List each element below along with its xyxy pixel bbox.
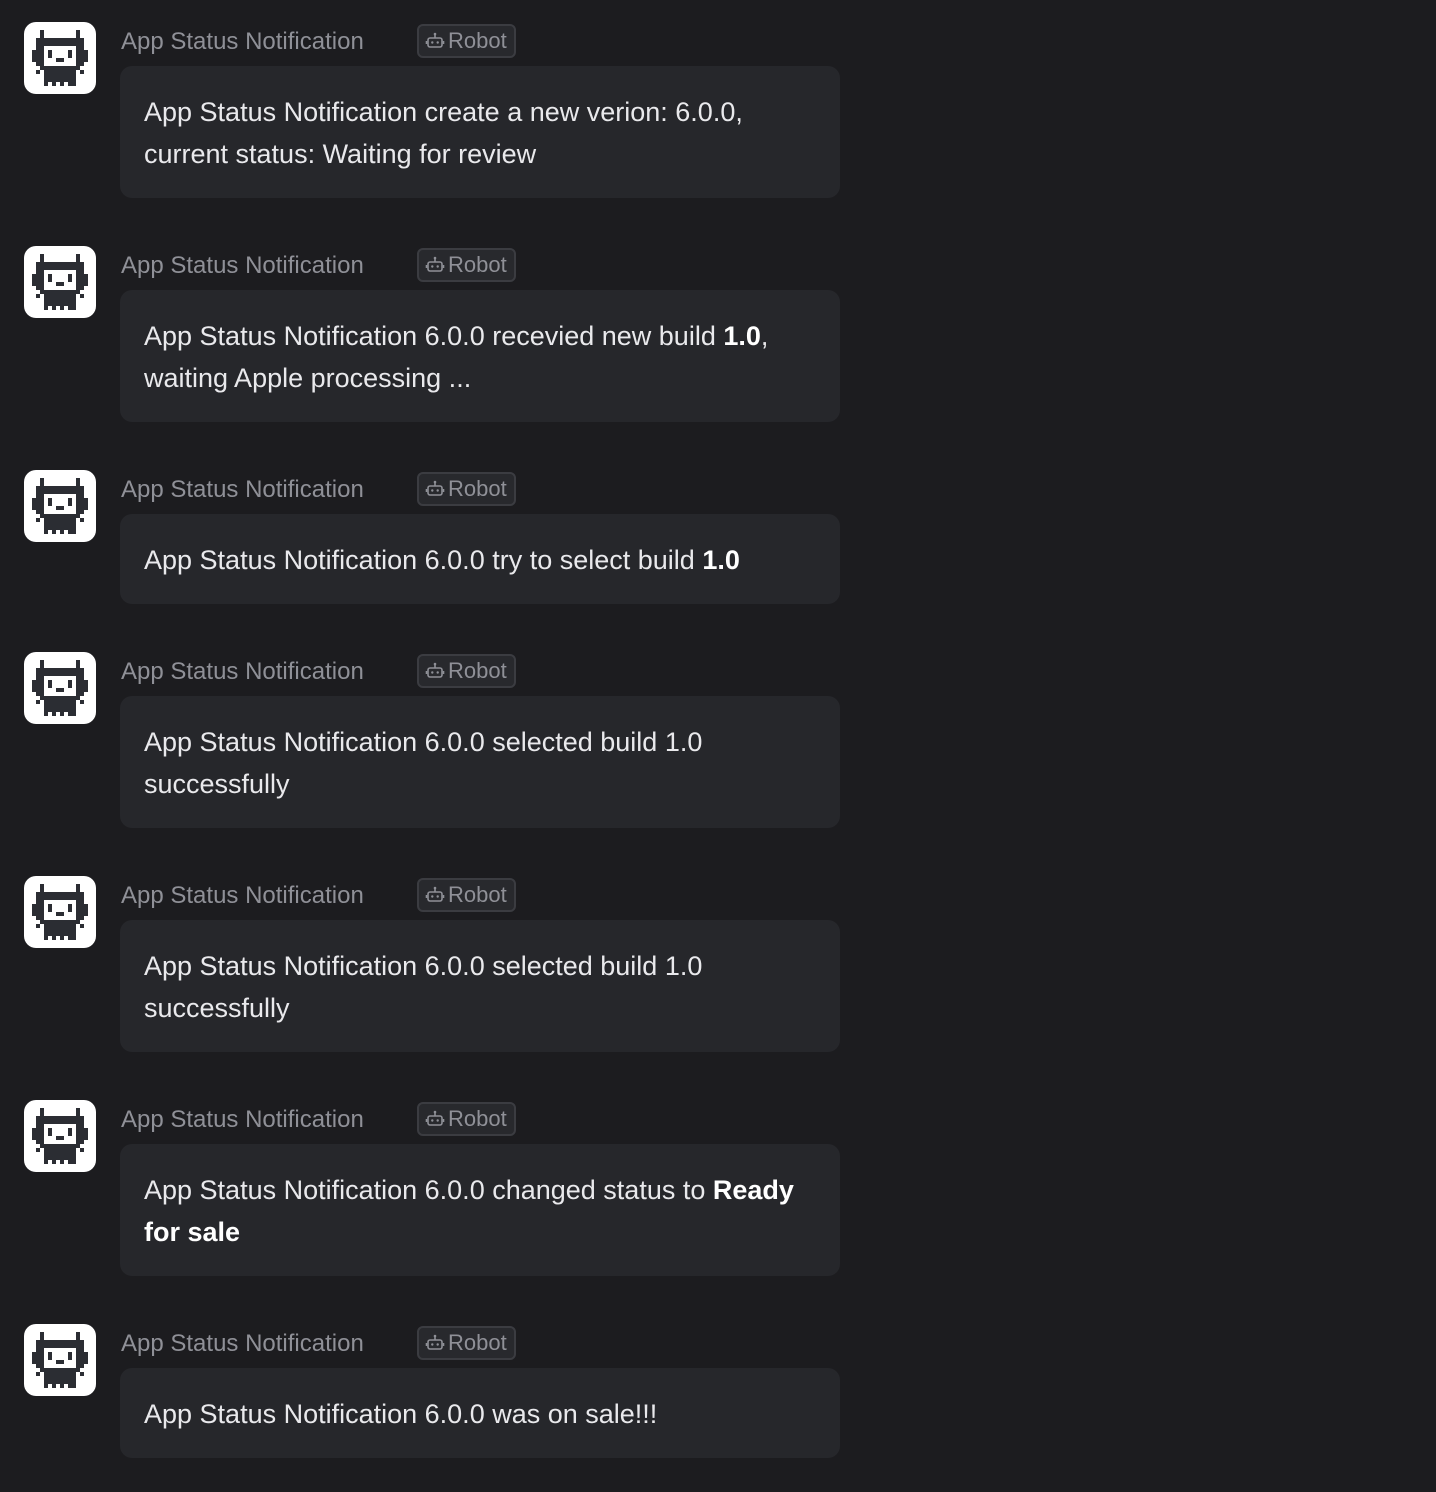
robot-badge: Robot <box>417 24 516 58</box>
robot-badge: Robot <box>417 1326 516 1360</box>
pixel-cat-avatar-icon[interactable] <box>24 246 96 318</box>
pixel-cat-avatar-icon[interactable] <box>24 1324 96 1396</box>
robot-badge: Robot <box>417 878 516 912</box>
badge-label: Robot <box>448 252 507 277</box>
pixel-cat-avatar-icon[interactable] <box>24 470 96 542</box>
pixel-cat-avatar-icon[interactable] <box>24 876 96 948</box>
message-bubble[interactable]: App Status Notification 6.0.0 try to sel… <box>120 514 840 604</box>
message-text-emphasis: 1.0 <box>702 545 740 575</box>
sender-name[interactable]: App Status Notification <box>121 1328 364 1360</box>
message-text: App Status Notification 6.0.0 try to sel… <box>144 545 703 575</box>
robot-icon <box>425 662 445 678</box>
robot-badge: Robot <box>417 248 516 282</box>
pixel-cat-avatar-icon[interactable] <box>24 1100 96 1172</box>
message-text: App Status Notification 6.0.0 selected b… <box>144 727 703 799</box>
message-bubble[interactable]: App Status Notification 6.0.0 recevied n… <box>120 290 840 422</box>
robot-icon <box>425 1110 445 1126</box>
message-text: App Status Notification 6.0.0 was on sal… <box>144 1399 658 1429</box>
message-bubble[interactable]: App Status Notification 6.0.0 changed st… <box>120 1144 840 1276</box>
message-text: App Status Notification create a new ver… <box>144 97 743 169</box>
robot-icon <box>425 256 445 272</box>
badge-label: Robot <box>448 658 507 683</box>
badge-label: Robot <box>448 1106 507 1131</box>
robot-icon <box>425 1334 445 1350</box>
sender-name[interactable]: App Status Notification <box>121 26 364 58</box>
badge-label: Robot <box>448 882 507 907</box>
message-text-emphasis: 1.0 <box>723 321 761 351</box>
badge-label: Robot <box>448 28 507 53</box>
robot-badge: Robot <box>417 1102 516 1136</box>
robot-icon <box>425 886 445 902</box>
sender-name[interactable]: App Status Notification <box>121 880 364 912</box>
sender-name[interactable]: App Status Notification <box>121 656 364 688</box>
robot-icon <box>425 32 445 48</box>
message-text: App Status Notification 6.0.0 recevied n… <box>144 321 724 351</box>
message-bubble[interactable]: App Status Notification create a new ver… <box>120 66 840 198</box>
badge-label: Robot <box>448 1330 507 1355</box>
robot-badge: Robot <box>417 654 516 688</box>
message-bubble[interactable]: App Status Notification 6.0.0 selected b… <box>120 696 840 828</box>
sender-name[interactable]: App Status Notification <box>121 474 364 506</box>
message-text: App Status Notification 6.0.0 changed st… <box>144 1175 713 1205</box>
message-text: App Status Notification 6.0.0 selected b… <box>144 951 703 1023</box>
robot-badge: Robot <box>417 472 516 506</box>
badge-label: Robot <box>448 476 507 501</box>
pixel-cat-avatar-icon[interactable] <box>24 22 96 94</box>
message-bubble[interactable]: App Status Notification 6.0.0 selected b… <box>120 920 840 1052</box>
robot-icon <box>425 480 445 496</box>
pixel-cat-avatar-icon[interactable] <box>24 652 96 724</box>
sender-name[interactable]: App Status Notification <box>121 250 364 282</box>
message-bubble[interactable]: App Status Notification 6.0.0 was on sal… <box>120 1368 840 1458</box>
message-feed: App Status Notification Robot App Status… <box>0 0 1436 1492</box>
sender-name[interactable]: App Status Notification <box>121 1104 364 1136</box>
